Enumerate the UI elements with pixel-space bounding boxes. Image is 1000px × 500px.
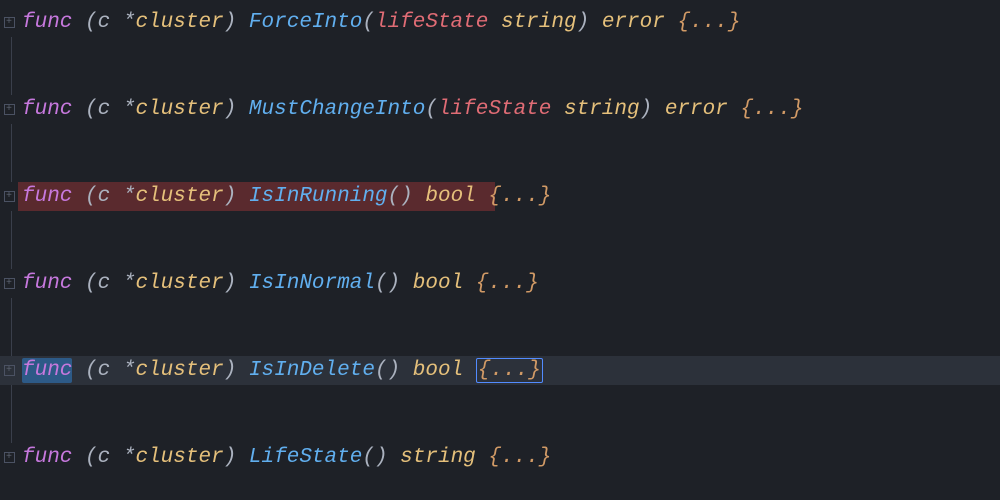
blank-line — [0, 66, 1000, 95]
return-type: string — [400, 446, 476, 469]
code-content[interactable]: func (c *cluster) IsInRunning() bool {..… — [18, 185, 551, 208]
punct — [665, 11, 678, 34]
code-line: + func (c *cluster) LifeState() string {… — [0, 443, 1000, 472]
func-name: LifeState — [249, 446, 362, 469]
blank-line — [0, 124, 1000, 153]
code-line: + func (c *cluster) ForceInto(lifeState … — [0, 8, 1000, 37]
gutter: + — [0, 191, 18, 202]
fold-expand-icon[interactable]: + — [4, 104, 15, 115]
fold-expand-icon[interactable]: + — [4, 365, 15, 376]
fold-expand-icon[interactable]: + — [4, 452, 15, 463]
folded-body[interactable]: {...} — [488, 185, 551, 208]
keyword-func: func — [22, 185, 72, 208]
blank-line — [0, 37, 1000, 66]
gutter: + — [0, 104, 18, 115]
func-name: MustChangeInto — [249, 98, 425, 121]
code-line: + func (c *cluster) MustChangeInto(lifeS… — [0, 95, 1000, 124]
blank-line — [0, 153, 1000, 182]
blank-line — [0, 211, 1000, 240]
code-editor: + func (c *cluster) ForceInto(lifeState … — [0, 0, 1000, 472]
code-content[interactable]: func (c *cluster) IsInDelete() bool {...… — [18, 359, 543, 382]
blank-line — [0, 240, 1000, 269]
punct: * — [110, 11, 135, 34]
keyword-func-selected: func — [22, 358, 72, 383]
return-type: error — [665, 98, 728, 121]
func-name: ForceInto — [249, 11, 362, 34]
keyword-func: func — [22, 98, 72, 121]
punct: ) — [577, 11, 590, 34]
blank-line — [0, 298, 1000, 327]
punct: ( — [362, 11, 375, 34]
fold-expand-icon[interactable]: + — [4, 191, 15, 202]
gutter: + — [0, 17, 18, 28]
func-name: IsInNormal — [249, 272, 375, 295]
return-type: bool — [413, 359, 463, 382]
func-name: IsInRunning — [249, 185, 388, 208]
code-line-current: + func (c *cluster) IsInDelete() bool {.… — [0, 356, 1000, 385]
fold-guide — [11, 37, 12, 66]
folded-body[interactable]: {...} — [476, 272, 539, 295]
punct: ( — [72, 11, 97, 34]
code-content[interactable]: func (c *cluster) ForceInto(lifeState st… — [18, 11, 740, 34]
keyword-func: func — [22, 272, 72, 295]
blank-line — [0, 414, 1000, 443]
fold-expand-icon[interactable]: + — [4, 278, 15, 289]
param-type: string — [564, 98, 640, 121]
keyword-func: func — [22, 11, 72, 34]
folded-body-focused[interactable]: {...} — [476, 358, 543, 383]
blank-line — [0, 327, 1000, 356]
func-name: IsInDelete — [249, 359, 375, 382]
receiver-var: c — [98, 11, 111, 34]
receiver-type: cluster — [135, 11, 223, 34]
folded-body[interactable]: {...} — [740, 98, 803, 121]
param-type: string — [501, 11, 577, 34]
code-line: + func (c *cluster) IsInNormal() bool {.… — [0, 269, 1000, 298]
punct — [488, 11, 501, 34]
folded-body[interactable]: {...} — [677, 11, 740, 34]
return-type: error — [602, 11, 665, 34]
blank-line — [0, 385, 1000, 414]
code-content[interactable]: func (c *cluster) LifeState() string {..… — [18, 446, 551, 469]
code-content[interactable]: func (c *cluster) MustChangeInto(lifeSta… — [18, 98, 803, 121]
fold-expand-icon[interactable]: + — [4, 17, 15, 28]
fold-guide — [11, 66, 12, 95]
return-type: bool — [425, 185, 475, 208]
param-name: lifeState — [375, 11, 488, 34]
code-line-removed: + func (c *cluster) IsInRunning() bool {… — [0, 182, 1000, 211]
code-content[interactable]: func (c *cluster) IsInNormal() bool {...… — [18, 272, 539, 295]
return-type: bool — [413, 272, 463, 295]
keyword-func: func — [22, 446, 72, 469]
folded-body[interactable]: {...} — [488, 446, 551, 469]
param-name: lifeState — [438, 98, 551, 121]
punct: ) — [224, 11, 249, 34]
punct — [589, 11, 602, 34]
